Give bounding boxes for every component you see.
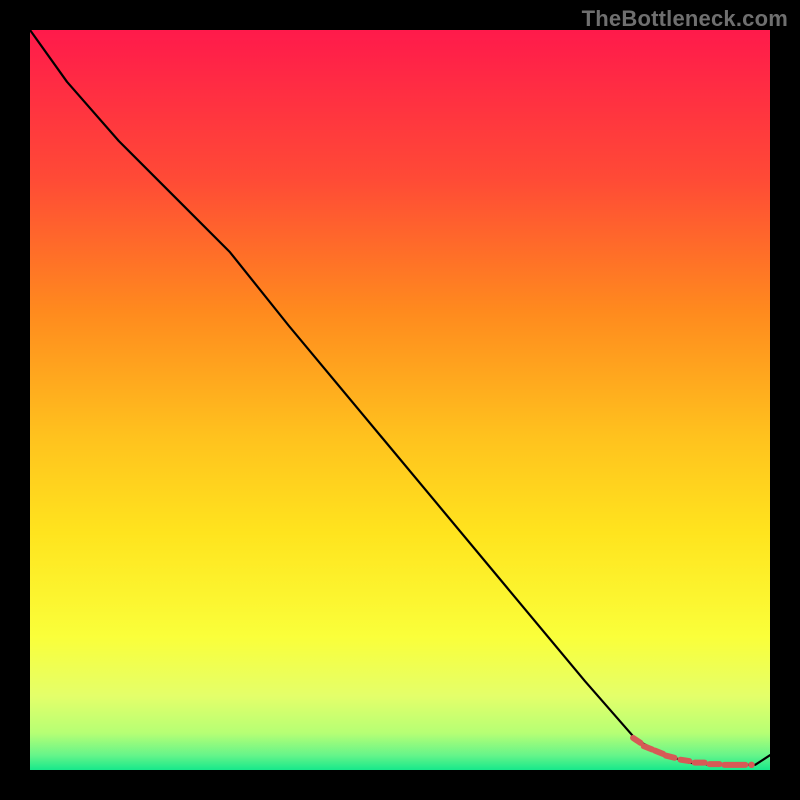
chart-frame: TheBottleneck.com — [0, 0, 800, 800]
chart-plot — [30, 30, 770, 770]
watermark-text: TheBottleneck.com — [582, 6, 788, 32]
gradient-background — [30, 30, 770, 770]
